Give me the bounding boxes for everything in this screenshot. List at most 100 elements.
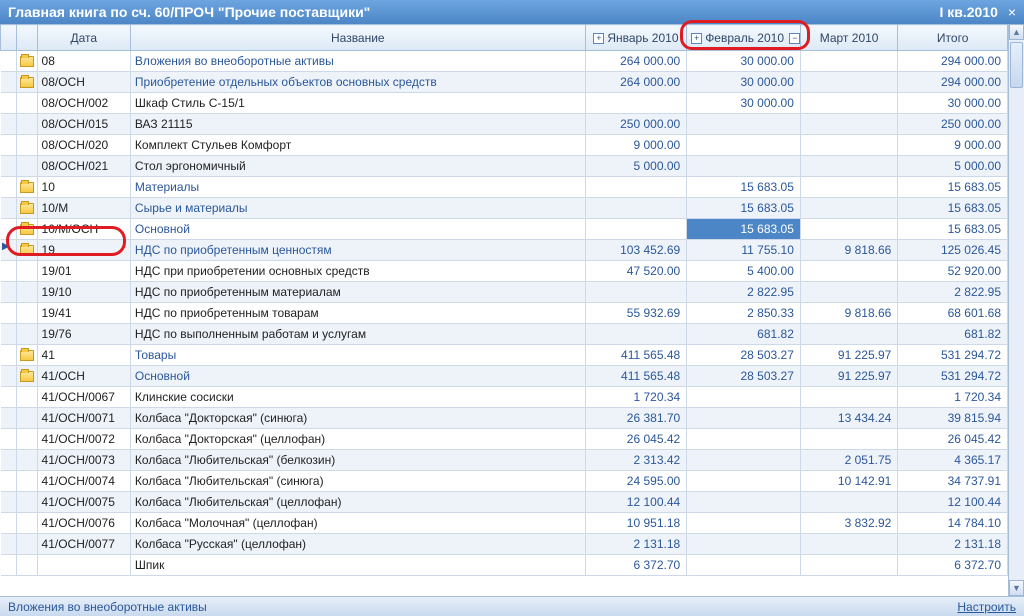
table-row[interactable]: 10/М/ОСНОсновной15 683.0515 683.05 (1, 219, 1008, 240)
row-name: НДС по приобретенным материалам (130, 282, 585, 303)
period-label: I кв.2010 (939, 4, 997, 20)
row-expand-cell[interactable] (1, 345, 17, 366)
row-name[interactable]: Приобретение отдельных объектов основных… (130, 72, 585, 93)
table-row[interactable]: 41/ОСН/0072Колбаса "Докторская" (целлофа… (1, 429, 1008, 450)
table-row[interactable]: 41/ОСН/0077Колбаса "Русская" (целлофан)2… (1, 534, 1008, 555)
grid-container: Дата Название +Январь 2010 +Февраль 2010… (0, 24, 1024, 596)
header-mar[interactable]: Март 2010 (800, 25, 897, 51)
table-row[interactable]: 41/ОСН/0073Колбаса "Любительская" (белко… (1, 450, 1008, 471)
row-feb: 28 503.27 (687, 345, 801, 366)
table-row[interactable]: 19/76НДС по выполненным работам и услуга… (1, 324, 1008, 345)
expand-icon[interactable]: + (593, 33, 604, 44)
table-row[interactable]: 08/ОСН/015ВАЗ 21115250 000.00250 000.00 (1, 114, 1008, 135)
row-jan: 411 565.48 (585, 366, 687, 387)
row-name: Стол эргономичный (130, 156, 585, 177)
table-row[interactable]: 08/ОСН/020Комплект Стульев Комфорт9 000.… (1, 135, 1008, 156)
row-expand-cell[interactable] (1, 135, 17, 156)
row-code: 08/ОСН/020 (37, 135, 130, 156)
row-name[interactable]: НДС по приобретенным ценностям (130, 240, 585, 261)
table-row[interactable]: 19/01НДС при приобретении основных средс… (1, 261, 1008, 282)
table-row[interactable]: 41Товары411 565.4828 503.2791 225.97531 … (1, 345, 1008, 366)
scroll-up-icon[interactable]: ▲ (1009, 24, 1024, 40)
row-expand-cell[interactable] (1, 177, 17, 198)
row-expand-cell[interactable] (1, 324, 17, 345)
collapse-icon[interactable]: − (789, 33, 800, 44)
table-row[interactable]: 41/ОСНОсновной411 565.4828 503.2791 225.… (1, 366, 1008, 387)
row-feb (687, 534, 801, 555)
table-row[interactable]: 08/ОСН/021Стол эргономичный5 000.005 000… (1, 156, 1008, 177)
row-expand-cell[interactable] (1, 93, 17, 114)
row-name[interactable]: Вложения во внеоборотные активы (130, 51, 585, 72)
row-code: 19 (37, 240, 130, 261)
row-icon-cell (17, 114, 37, 135)
row-mar (800, 177, 897, 198)
row-expand-cell[interactable] (1, 219, 17, 240)
table-row[interactable]: 08/ОСНПриобретение отдельных объектов ос… (1, 72, 1008, 93)
row-expand-cell[interactable] (1, 387, 17, 408)
row-name[interactable]: Сырье и материалы (130, 198, 585, 219)
row-tot: 68 601.68 (898, 303, 1008, 324)
header-total[interactable]: Итого (898, 25, 1008, 51)
row-mar (800, 429, 897, 450)
row-expand-cell[interactable] (1, 534, 17, 555)
header-jan[interactable]: +Январь 2010 (585, 25, 687, 51)
table-row[interactable]: 19/10НДС по приобретенным материалам2 82… (1, 282, 1008, 303)
row-name[interactable]: Товары (130, 345, 585, 366)
row-feb: 2 850.33 (687, 303, 801, 324)
row-icon-cell (17, 324, 37, 345)
row-name[interactable]: Основной (130, 219, 585, 240)
settings-link[interactable]: Настроить (957, 600, 1016, 614)
header-date[interactable]: Дата (37, 25, 130, 51)
row-expand-cell[interactable] (1, 555, 17, 576)
table-row[interactable]: 41/ОСН/0075Колбаса "Любительская" (целло… (1, 492, 1008, 513)
table-row[interactable]: 19НДС по приобретенным ценностям103 452.… (1, 240, 1008, 261)
header-expand[interactable] (1, 25, 17, 51)
row-expand-cell[interactable] (1, 408, 17, 429)
table-row[interactable]: 10Материалы15 683.0515 683.05 (1, 177, 1008, 198)
row-expand-cell[interactable] (1, 114, 17, 135)
row-expand-cell[interactable] (1, 282, 17, 303)
table-row[interactable]: 41/ОСН/0076Колбаса "Молочная" (целлофан)… (1, 513, 1008, 534)
row-name[interactable]: Материалы (130, 177, 585, 198)
row-jan: 9 000.00 (585, 135, 687, 156)
header-icon[interactable] (17, 25, 37, 51)
table-row[interactable]: 41/ОСН/0067Клинские сосиски1 720.341 720… (1, 387, 1008, 408)
row-expand-cell[interactable] (1, 51, 17, 72)
row-tot: 125 026.45 (898, 240, 1008, 261)
row-feb (687, 492, 801, 513)
row-feb: 28 503.27 (687, 366, 801, 387)
row-icon-cell (17, 93, 37, 114)
row-expand-cell[interactable] (1, 303, 17, 324)
header-name[interactable]: Название (130, 25, 585, 51)
row-expand-cell[interactable] (1, 72, 17, 93)
expand-icon[interactable]: + (691, 33, 702, 44)
row-feb (687, 513, 801, 534)
table-row[interactable]: 19/41НДС по приобретенным товарам55 932.… (1, 303, 1008, 324)
row-mar (800, 534, 897, 555)
row-expand-cell[interactable] (1, 429, 17, 450)
table-row[interactable]: 41/ОСН/0071Колбаса "Докторская" (синюга)… (1, 408, 1008, 429)
close-icon[interactable]: × (1008, 4, 1016, 20)
row-expand-cell[interactable] (1, 492, 17, 513)
row-expand-cell[interactable] (1, 366, 17, 387)
row-expand-cell[interactable] (1, 156, 17, 177)
row-code: 10 (37, 177, 130, 198)
status-text: Вложения во внеоборотные активы (8, 600, 207, 614)
table-row[interactable]: 08Вложения во внеоборотные активы264 000… (1, 51, 1008, 72)
table-row[interactable]: 10/МСырье и материалы15 683.0515 683.05 (1, 198, 1008, 219)
scroll-down-icon[interactable]: ▼ (1009, 580, 1024, 596)
row-expand-cell[interactable] (1, 198, 17, 219)
row-icon-cell (17, 51, 37, 72)
table-row[interactable]: Шпик6 372.706 372.70 (1, 555, 1008, 576)
row-expand-cell[interactable] (1, 450, 17, 471)
row-expand-cell[interactable] (1, 513, 17, 534)
table-row[interactable]: 41/ОСН/0074Колбаса "Любительская" (синюг… (1, 471, 1008, 492)
row-name[interactable]: Основной (130, 366, 585, 387)
row-code: 08/ОСН/002 (37, 93, 130, 114)
row-expand-cell[interactable] (1, 471, 17, 492)
vertical-scrollbar[interactable]: ▲ ▼ (1008, 24, 1024, 596)
header-feb[interactable]: +Февраль 2010 − (687, 25, 801, 51)
row-expand-cell[interactable] (1, 261, 17, 282)
table-row[interactable]: 08/ОСН/002Шкаф Стиль С-15/130 000.0030 0… (1, 93, 1008, 114)
scroll-thumb[interactable] (1010, 42, 1023, 88)
